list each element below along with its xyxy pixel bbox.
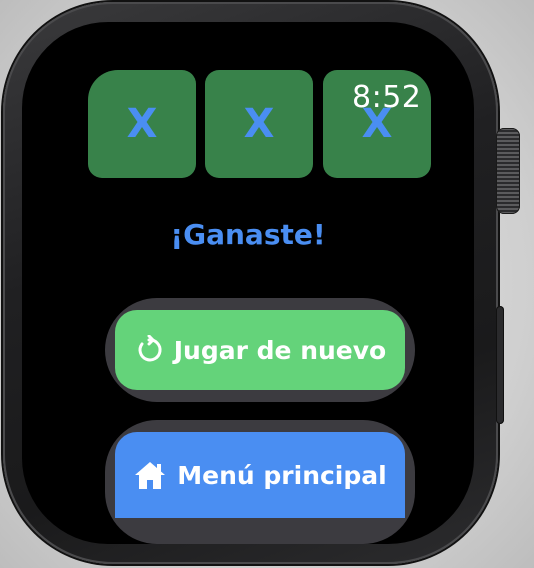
- board-cell-2[interactable]: X: [205, 70, 313, 178]
- cell-mark: X: [243, 101, 275, 147]
- home-icon: [133, 459, 167, 491]
- cell-mark: X: [126, 101, 158, 147]
- side-button[interactable]: [496, 306, 504, 424]
- result-message: ¡Ganaste!: [170, 218, 326, 251]
- play-again-button[interactable]: Jugar de nuevo: [115, 310, 405, 390]
- digital-crown[interactable]: [496, 128, 520, 214]
- restart-icon: [134, 335, 164, 365]
- clock-time: 8:52: [352, 80, 422, 115]
- main-menu-button[interactable]: Menú principal: [115, 432, 405, 518]
- play-again-label: Jugar de nuevo: [173, 335, 387, 365]
- watch-screen: X X X 8:52 ¡Ganaste! Jugar de nuevo Menú…: [22, 22, 474, 544]
- board-cell-1[interactable]: X: [88, 70, 196, 178]
- main-menu-label: Menú principal: [177, 460, 387, 490]
